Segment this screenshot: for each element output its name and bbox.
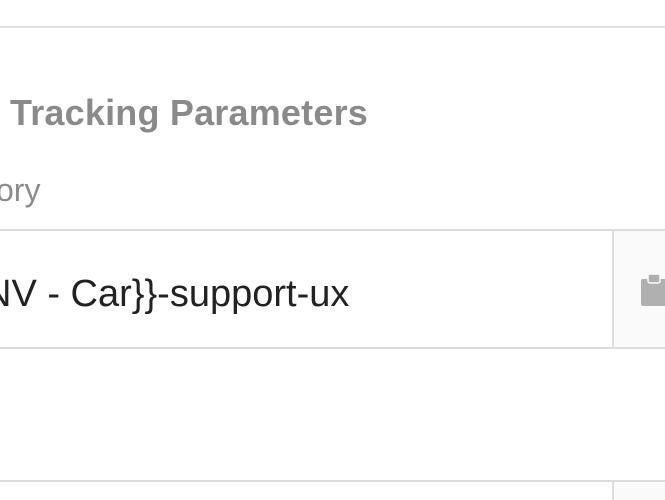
category-input-value[interactable]: NV - Car}}-support-ux — [0, 273, 349, 316]
copy-button[interactable] — [612, 231, 665, 347]
clipboard-icon — [641, 273, 665, 306]
category-input-group: NV - Car}}-support-ux — [0, 229, 665, 349]
top-divider — [0, 0, 665, 28]
category-field-label: ory — [0, 172, 41, 208]
section-title: Tracking Parameters — [10, 92, 368, 133]
tracking-parameters-panel: Tracking Parameters ory NV - Car}}-suppo… — [0, 0, 665, 500]
second-input-group — [0, 480, 665, 500]
second-addon-button[interactable] — [612, 482, 665, 500]
